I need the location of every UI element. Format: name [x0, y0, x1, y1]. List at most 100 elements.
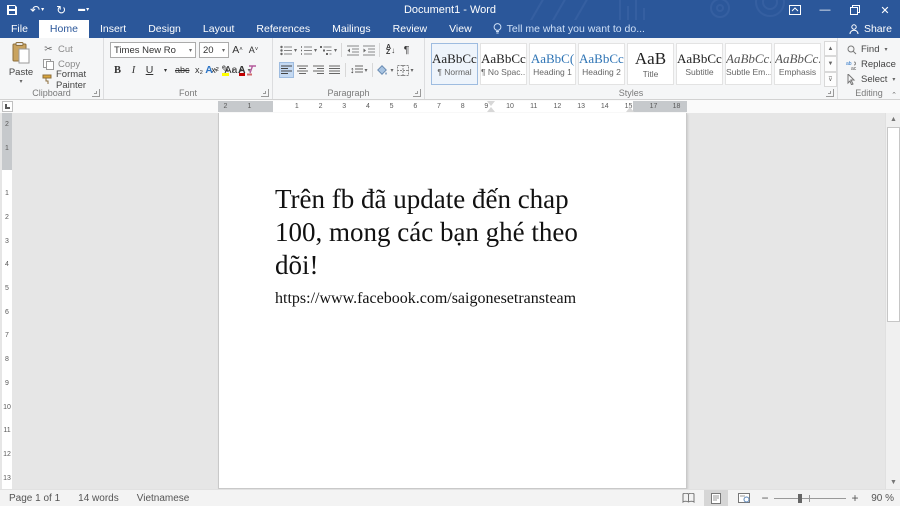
styles-scroll-down-icon[interactable]: ▼	[824, 56, 837, 71]
collapse-ribbon-icon[interactable]: ⌃	[891, 91, 897, 99]
tab-view[interactable]: View	[438, 20, 483, 38]
style-subtle-emphasis[interactable]: AaBbCc.Subtle Em...	[725, 43, 772, 85]
justify-button[interactable]	[327, 62, 342, 78]
style-title[interactable]: AaBTitle	[627, 43, 674, 85]
scrollbar-thumb[interactable]	[887, 127, 900, 322]
right-indent-marker[interactable]	[626, 107, 634, 112]
tab-layout[interactable]: Layout	[192, 20, 246, 38]
paragraph-group-label: Paragraph	[273, 88, 424, 98]
document-page[interactable]: Trên fb đã update đến chap 100, mong các…	[218, 113, 687, 489]
highlight-color-button[interactable]: ✎▾	[220, 62, 236, 78]
hanging-indent-marker[interactable]	[487, 107, 495, 112]
zoom-out-button[interactable]: −	[760, 491, 770, 505]
style-emphasis[interactable]: AaBbCc.Emphasis	[774, 43, 821, 85]
ribbon-display-options-icon[interactable]	[780, 0, 810, 20]
paragraph-dialog-launcher[interactable]	[413, 89, 421, 97]
multilevel-list-button[interactable]: ▾	[319, 42, 338, 58]
word-count-status[interactable]: 14 words	[69, 493, 128, 504]
style-no-spacing[interactable]: AaBbCcI¶ No Spac...	[480, 43, 527, 85]
paste-button[interactable]: Paste ▾	[5, 42, 37, 85]
ruler-left-margin: 2 1	[218, 101, 273, 112]
style-heading1[interactable]: AaBbC(Heading 1	[529, 43, 576, 85]
tab-home[interactable]: Home	[39, 20, 89, 38]
undo-icon[interactable]: ↶▾	[30, 0, 44, 20]
tell-me-box[interactable]: Tell me what you want to do...	[483, 20, 655, 38]
undo-dropdown-icon[interactable]: ▾	[41, 0, 44, 20]
close-button[interactable]: ✕	[870, 0, 900, 20]
replace-label: Replace	[861, 59, 896, 70]
font-dialog-launcher[interactable]	[261, 89, 269, 97]
borders-button[interactable]: ▾	[396, 62, 415, 78]
redo-icon[interactable]: ↻	[56, 0, 66, 20]
scroll-down-icon[interactable]: ▼	[886, 476, 900, 489]
horizontal-ruler[interactable]: 2 1 123456789101112131415 17 18	[218, 101, 687, 112]
minimize-button[interactable]: —	[810, 0, 840, 20]
find-label: Find	[861, 44, 879, 55]
font-color-button[interactable]: A▾	[237, 62, 252, 78]
cut-button[interactable]: ✂Cut	[40, 42, 103, 57]
bullets-button[interactable]: ▾	[279, 42, 298, 58]
zoom-in-button[interactable]: +	[850, 491, 860, 505]
share-button[interactable]: Share	[849, 20, 892, 38]
grow-font-button[interactable]: A˄	[230, 42, 245, 58]
shrink-font-button[interactable]: A˅	[246, 42, 261, 58]
strikethrough-button[interactable]: abc	[174, 62, 191, 78]
ruler-mark: 17	[646, 101, 661, 112]
language-status[interactable]: Vietnamese	[128, 493, 199, 504]
statusbar-right: − + 90 %	[676, 490, 894, 506]
align-left-button[interactable]	[279, 62, 294, 78]
tab-design[interactable]: Design	[137, 20, 192, 38]
font-size-combo[interactable]: 20▾	[199, 42, 229, 58]
vertical-scrollbar[interactable]: ▲ ▼	[885, 113, 900, 489]
tab-references[interactable]: References	[245, 20, 321, 38]
web-layout-button[interactable]	[732, 490, 756, 506]
clipboard-dialog-launcher[interactable]	[92, 89, 100, 97]
shading-button[interactable]: ▾	[376, 62, 395, 78]
read-mode-button[interactable]	[676, 490, 700, 506]
tab-stop-selector[interactable]	[2, 101, 13, 112]
zoom-level-label[interactable]: 90 %	[864, 493, 894, 504]
text-effects-button[interactable]: A▾	[204, 62, 219, 78]
underline-button[interactable]: U	[142, 62, 157, 78]
customize-qat-icon[interactable]: ▬▾	[78, 0, 89, 20]
document-text[interactable]: Trên fb đã update đến chap 100, mong các…	[275, 183, 635, 310]
line-spacing-button[interactable]: ↕▾	[349, 62, 369, 78]
align-right-button[interactable]	[311, 62, 326, 78]
tab-file[interactable]: File	[0, 20, 39, 38]
ruler-mark: 4	[356, 101, 380, 112]
style-subtitle[interactable]: AaBbCcDSubtitle	[676, 43, 723, 85]
styles-dialog-launcher[interactable]	[826, 89, 834, 97]
find-button[interactable]: Find▾	[843, 42, 898, 57]
tab-insert[interactable]: Insert	[89, 20, 137, 38]
replace-button[interactable]: abacReplace	[843, 57, 898, 72]
style-heading2[interactable]: AaBbCcDHeading 2	[578, 43, 625, 85]
styles-scroll-up-icon[interactable]: ▲	[824, 41, 837, 56]
page-count-status[interactable]: Page 1 of 1	[0, 493, 69, 504]
font-name-combo[interactable]: Times New Ro▾	[110, 42, 196, 58]
italic-button[interactable]: I	[126, 62, 141, 78]
restore-button[interactable]	[840, 0, 870, 20]
select-button[interactable]: Select▾	[843, 72, 898, 87]
tab-review[interactable]: Review	[382, 20, 438, 38]
decrease-indent-button[interactable]	[345, 42, 360, 58]
paste-dropdown-icon[interactable]: ▾	[5, 78, 37, 85]
styles-gallery-more-icon[interactable]: ⊽	[824, 72, 837, 87]
increase-indent-button[interactable]	[361, 42, 376, 58]
text-effects-label: A	[205, 64, 213, 76]
save-icon[interactable]	[6, 4, 18, 16]
align-center-button[interactable]	[295, 62, 310, 78]
underline-dropdown-icon[interactable]: ▾	[158, 62, 173, 78]
print-layout-button[interactable]	[704, 490, 728, 506]
style-normal[interactable]: AaBbCcI¶ Normal	[431, 43, 478, 85]
first-line-indent-marker[interactable]	[487, 101, 495, 106]
show-hide-pilcrow-button[interactable]: ¶	[399, 42, 414, 58]
sort-button[interactable]: AZ↓	[383, 42, 398, 58]
format-painter-button[interactable]: Format Painter	[40, 72, 103, 87]
bold-button[interactable]: B	[110, 62, 125, 78]
zoom-slider[interactable]	[774, 490, 846, 506]
zoom-slider-thumb[interactable]	[798, 494, 802, 503]
vertical-ruler[interactable]: 2 1 12345678910111213	[2, 113, 12, 489]
scroll-up-icon[interactable]: ▲	[886, 113, 900, 126]
tab-mailings[interactable]: Mailings	[321, 20, 382, 38]
numbering-button[interactable]: ▾	[299, 42, 318, 58]
